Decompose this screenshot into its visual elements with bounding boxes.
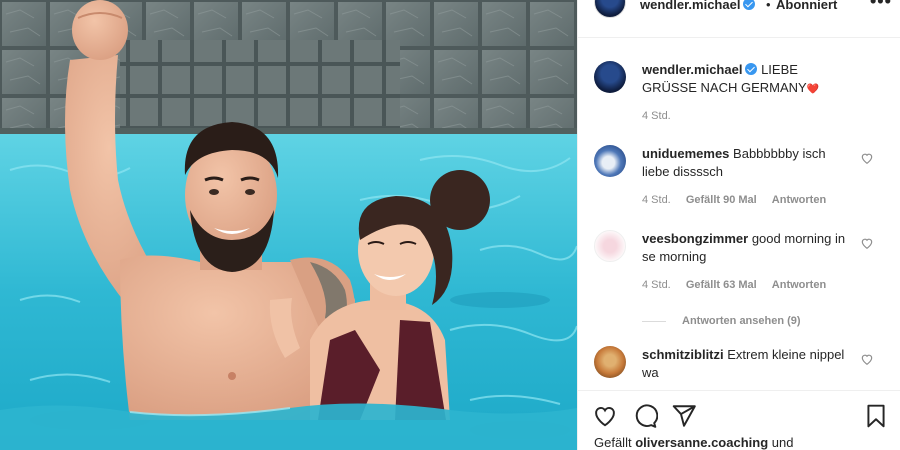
comment-username[interactable]: schmitziblitzi xyxy=(642,347,724,362)
likes-prefix: Gefällt xyxy=(594,435,632,450)
comment-text-block: uniduememes Babbbbbby isch liebe dissssc… xyxy=(642,145,854,181)
action-bar: Gefällt oliversanne.coaching und xyxy=(578,390,900,450)
commenter-avatar[interactable] xyxy=(594,145,626,177)
header-separator: • xyxy=(766,0,771,12)
paper-plane-icon[interactable] xyxy=(671,403,697,429)
header-username[interactable]: wendler.michael xyxy=(640,0,756,12)
commenter-avatar[interactable] xyxy=(594,346,626,378)
heart-outline-icon[interactable] xyxy=(860,151,874,165)
comment-likes[interactable]: Gefällt 63 Mal xyxy=(686,279,757,291)
view-replies-label[interactable]: Antworten ansehen (9) xyxy=(682,315,801,327)
profile-avatar[interactable] xyxy=(594,0,626,18)
likes-suffix: und xyxy=(771,435,794,450)
caption-text-block: wendler.michael LIEBE GRÜSSE NACH GERMAN… xyxy=(642,61,854,99)
heart-outline-icon[interactable] xyxy=(592,403,618,429)
speech-bubble-icon[interactable] xyxy=(632,403,658,429)
likes-summary: Gefällt oliversanne.coaching und xyxy=(594,435,793,450)
liker-username[interactable]: oliversanne.coaching xyxy=(635,435,768,450)
comment-username[interactable]: veesbongzimmer xyxy=(642,231,748,246)
verified-badge-icon xyxy=(743,0,756,10)
bookmark-icon[interactable] xyxy=(863,403,889,429)
replies-divider xyxy=(642,320,666,322)
comment-meta: 4 Std. Gefällt 63 Mal Antworten xyxy=(642,279,838,291)
comment-text-block: schmitziblitzi Extrem kleine nippel wa xyxy=(642,346,854,382)
comment-time[interactable]: 4 Std. xyxy=(642,279,671,291)
caption-meta: 4 Std. xyxy=(642,110,683,122)
heart-outline-icon[interactable] xyxy=(860,236,874,250)
view-replies-button[interactable]: Antworten ansehen (9) xyxy=(642,315,801,327)
caption-username[interactable]: wendler.michael xyxy=(642,62,742,77)
reply-button[interactable]: Antworten xyxy=(772,279,826,291)
follow-button[interactable]: Abonniert xyxy=(776,0,837,12)
commenter-avatar[interactable] xyxy=(594,230,626,262)
caption-time[interactable]: 4 Std. xyxy=(642,110,671,122)
comment-meta: 4 Std. Gefällt 90 Mal Antworten xyxy=(642,194,838,206)
post-side-panel: wendler.michael • Abonniert ••• wendler.… xyxy=(577,0,900,450)
comment-text-block: veesbongzimmer good morning in se mornin… xyxy=(642,230,854,266)
reply-button[interactable]: Antworten xyxy=(772,194,826,206)
post-header: wendler.michael • Abonniert ••• xyxy=(578,0,900,38)
heart-outline-icon[interactable] xyxy=(860,352,874,366)
comment-likes[interactable]: Gefällt 90 Mal xyxy=(686,194,757,206)
post-photo[interactable] xyxy=(0,0,577,450)
comment-username[interactable]: uniduememes xyxy=(642,146,729,161)
comment-time[interactable]: 4 Std. xyxy=(642,194,671,206)
verified-badge-icon xyxy=(745,63,758,75)
more-options-icon[interactable]: ••• xyxy=(870,0,892,12)
header-username-text[interactable]: wendler.michael xyxy=(640,0,740,12)
caption-avatar[interactable] xyxy=(594,61,626,93)
comments-list[interactable]: wendler.michael LIEBE GRÜSSE NACH GERMAN… xyxy=(578,39,900,390)
heart-emoji: ❤️ xyxy=(806,84,820,95)
